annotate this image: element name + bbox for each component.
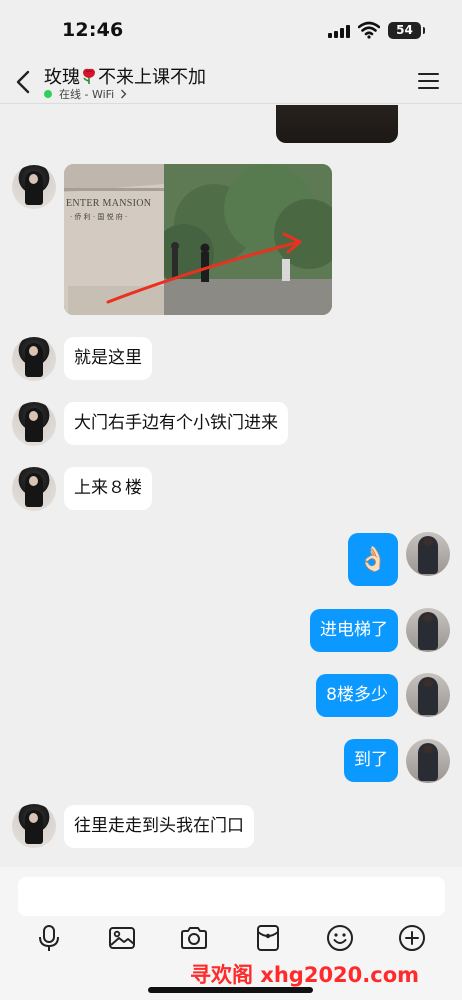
contact-avatar[interactable] bbox=[12, 165, 56, 209]
wifi-icon bbox=[358, 21, 380, 39]
contact-avatar[interactable] bbox=[12, 337, 56, 381]
my-avatar[interactable] bbox=[406, 608, 450, 652]
chat-header: 玫瑰 不来上课不加 在线 - WiFi bbox=[0, 60, 462, 104]
message-list[interactable]: ENTER MANSION · 侨 利 · 国 悦 府 · 就是这里 大门右手边… bbox=[0, 105, 462, 867]
incoming-message[interactable]: 往里走走到头我在门口 bbox=[64, 805, 254, 848]
back-icon[interactable] bbox=[14, 69, 32, 95]
emoji-icon[interactable] bbox=[326, 924, 354, 952]
incoming-message[interactable]: 大门右手边有个小铁门进来 bbox=[64, 402, 288, 445]
plus-icon[interactable] bbox=[398, 924, 426, 952]
photo-sign-subtext: · 侨 利 · 国 悦 府 · bbox=[70, 213, 128, 221]
contact-avatar[interactable] bbox=[12, 402, 56, 446]
input-bar: 寻欢阁 xhg2020.com bbox=[0, 867, 462, 1000]
menu-icon[interactable] bbox=[418, 73, 439, 90]
rose-icon bbox=[83, 68, 95, 84]
incoming-message[interactable]: 就是这里 bbox=[64, 337, 152, 380]
online-status[interactable]: 在线 - WiFi bbox=[44, 86, 127, 102]
photo-sign-text: ENTER MANSION bbox=[66, 198, 152, 209]
outgoing-message-emoji[interactable]: 👌🏻 bbox=[348, 533, 398, 586]
contact-avatar[interactable] bbox=[12, 467, 56, 511]
outgoing-message[interactable]: 8楼多少 bbox=[316, 674, 398, 717]
connection-label: 在线 - WiFi bbox=[59, 88, 115, 101]
chevron-right-icon bbox=[121, 89, 127, 99]
my-avatar[interactable] bbox=[406, 739, 450, 783]
microphone-icon[interactable] bbox=[35, 924, 63, 952]
photo-content bbox=[64, 164, 332, 315]
message-input[interactable] bbox=[18, 877, 445, 916]
online-dot-icon bbox=[44, 90, 52, 98]
home-indicator[interactable] bbox=[148, 987, 313, 993]
outgoing-message[interactable]: 到了 bbox=[344, 739, 398, 782]
outgoing-message[interactable]: 进电梯了 bbox=[310, 609, 398, 652]
previous-image-message[interactable] bbox=[276, 105, 398, 143]
chat-title-part2: 不来上课不加 bbox=[98, 67, 206, 88]
red-packet-icon[interactable] bbox=[254, 924, 282, 952]
incoming-message[interactable]: 上来８楼 bbox=[64, 467, 152, 510]
my-avatar[interactable] bbox=[406, 532, 450, 576]
chat-title-part1: 玫瑰 bbox=[44, 67, 80, 88]
contact-avatar[interactable] bbox=[12, 804, 56, 848]
clock: 12:46 bbox=[62, 19, 124, 41]
image-icon[interactable] bbox=[108, 924, 136, 952]
camera-icon[interactable] bbox=[180, 924, 208, 952]
status-bar: 12:46 54 bbox=[0, 0, 462, 60]
image-message[interactable]: ENTER MANSION · 侨 利 · 国 悦 府 · bbox=[64, 164, 332, 315]
my-avatar[interactable] bbox=[406, 673, 450, 717]
watermark-text: 寻欢阁 xhg2020.com bbox=[190, 963, 420, 987]
battery-indicator: 54 bbox=[388, 22, 425, 39]
cellular-signal-icon bbox=[328, 25, 352, 38]
